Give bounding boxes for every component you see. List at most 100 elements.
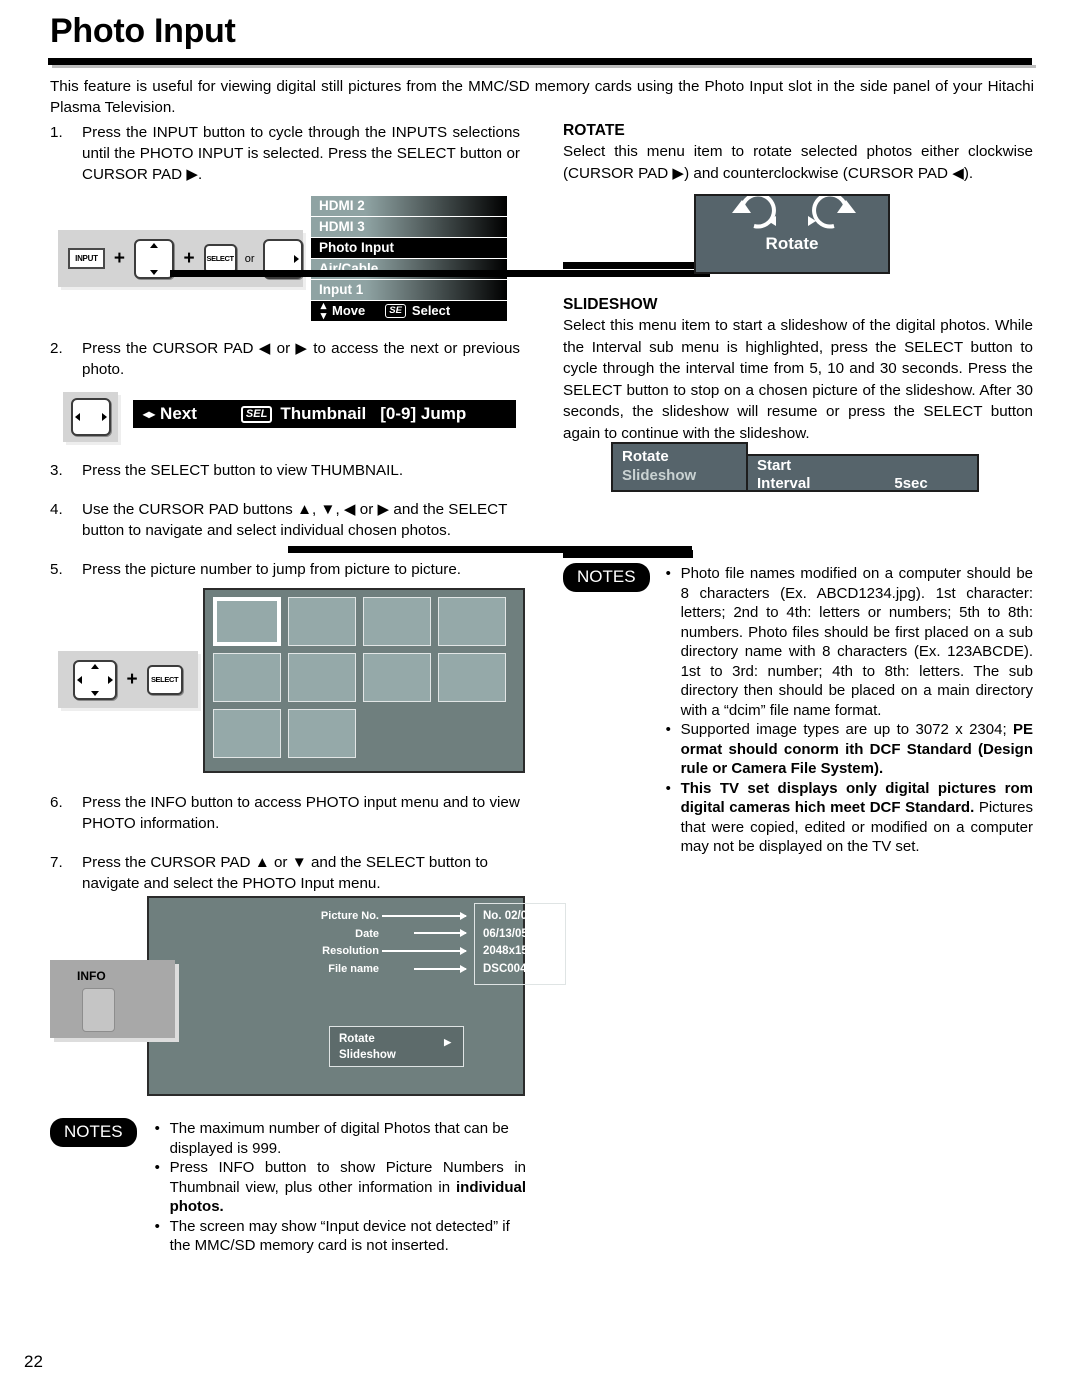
- photo-osd-menu[interactable]: Rotate Slideshow ▶: [329, 1026, 464, 1067]
- slideshow-body: Select this menu item to start a slidesh…: [563, 317, 1033, 442]
- step-1: 1. Press the INPUT button to cycle throu…: [50, 122, 520, 185]
- or-label-1: or: [244, 252, 255, 265]
- osd-interval-value[interactable]: 5sec: [894, 475, 927, 493]
- cursor-pad-updown[interactable]: [133, 238, 175, 279]
- menu-item-hdmi-3[interactable]: HDMI 3: [311, 217, 507, 237]
- slideshow-osd-menu[interactable]: Rotate Slideshow Start Interval 5sec: [611, 442, 979, 492]
- thumbnail-item[interactable]: [363, 597, 431, 646]
- step-2-text: Press the CURSOR PAD ◀ or ▶ to access th…: [82, 340, 520, 378]
- input-menu-footer: ▴ ▾ Move SE Select: [311, 300, 507, 322]
- remote-diagram-pad-select: + SELECT: [58, 651, 198, 708]
- select-button[interactable]: SELECT: [203, 243, 237, 274]
- thumbnail-grid: [213, 597, 521, 765]
- note-text: This TV set displays only digital pictur…: [680, 779, 1033, 856]
- thumbnail-item[interactable]: [438, 597, 506, 646]
- thumbnail-label: Thumbnail: [280, 404, 367, 423]
- cursor-pad-leftright[interactable]: [70, 398, 111, 436]
- callout-arrows: [382, 908, 472, 983]
- photo-info-osd-screen: Picture No. Date Resolution File name No…: [147, 896, 566, 1096]
- chevron-right-icon: ▶: [444, 1037, 451, 1047]
- thumbnail-item[interactable]: [213, 653, 281, 702]
- input-button[interactable]: INPUT: [68, 248, 105, 269]
- next-thumbnail-osd-bar: ◂▸ Next SEL Thumbnail [0-9] Jump: [133, 400, 516, 428]
- connector-bar-top: [170, 270, 710, 277]
- rotate-icons: [732, 192, 856, 229]
- info-button[interactable]: [82, 988, 115, 1032]
- select-button-2[interactable]: SELECT: [146, 664, 183, 695]
- thumbnail-item[interactable]: [288, 653, 356, 702]
- osd-start-row[interactable]: Start: [757, 457, 977, 475]
- title-rule: [48, 58, 1032, 65]
- thumbnail-item[interactable]: [213, 709, 281, 758]
- thumbnail-item[interactable]: [288, 597, 356, 646]
- menu-item-input-1[interactable]: Input 1: [311, 280, 507, 300]
- osd-interval-label[interactable]: Interval: [757, 475, 810, 493]
- step-2-block: 2. Press the CURSOR PAD ◀ or ▶ to access…: [50, 338, 520, 384]
- bullet-icon: •: [154, 1217, 160, 1235]
- bullet-icon: •: [154, 1159, 160, 1176]
- right-column: ROTATE Select this menu item to rotate s…: [563, 122, 1033, 184]
- left-column: 1. Press the INPUT button to cycle throu…: [50, 122, 520, 189]
- step-4-number: 4.: [50, 501, 63, 518]
- value-resolution: 2048x1536: [483, 945, 541, 957]
- remote-diagram-info: INFO: [50, 960, 175, 1038]
- note-text: Supported image types are up to 3072 x 2…: [680, 721, 1033, 777]
- step-6-text: Press the INFO button to access PHOTO in…: [82, 794, 520, 832]
- note-item: • Press INFO button to show Picture Numb…: [155, 1158, 526, 1217]
- osd-rotate-label[interactable]: Rotate: [622, 447, 746, 466]
- title-rule-shadow: [52, 65, 1036, 68]
- up-down-arrow-icon: ▴ ▾: [320, 300, 327, 322]
- rotate-glyph-row: [696, 192, 888, 240]
- input-source-menu[interactable]: HDMI 2 HDMI 3 Photo Input Air/Cable Inpu…: [311, 196, 507, 322]
- step-2-number: 2.: [50, 340, 63, 357]
- menu-item-photo-input[interactable]: Photo Input: [311, 238, 507, 258]
- note-text: Press INFO button to show Picture Number…: [169, 1159, 526, 1215]
- value-file-name: DSC00467: [483, 962, 540, 975]
- thumbnail-item[interactable]: [438, 653, 506, 702]
- label-resolution: Resolution: [322, 945, 379, 957]
- remote-diagram-leftright: [63, 392, 118, 442]
- osd-interval-row[interactable]: Interval 5sec: [757, 475, 977, 493]
- bullet-icon: •: [665, 779, 671, 797]
- rotate-osd-screen: Rotate: [694, 192, 890, 274]
- thumbnail-item[interactable]: [288, 709, 356, 758]
- note-text: The screen may show “Input device not de…: [169, 1217, 510, 1255]
- thumbnail-osd-screen: [203, 588, 525, 773]
- sel-key-icon: SEL: [240, 405, 273, 423]
- step-4: 4. Use the CURSOR PAD buttons ▲, ▼, ◀ or…: [50, 499, 520, 541]
- label-picture-no: Picture No.: [320, 910, 379, 922]
- notes-bottom-list: • The maximum number of digital Photos t…: [155, 1119, 526, 1256]
- note-item: • The screen may show “Input device not …: [155, 1217, 526, 1256]
- manual-page: Photo Input This feature is useful for v…: [0, 0, 1080, 1397]
- step-3: 3. Press the SELECT button to view THUMB…: [50, 460, 520, 481]
- step-6: 6. Press the INFO button to access PHOTO…: [50, 792, 520, 834]
- menu-item-hdmi-2[interactable]: HDMI 2: [311, 196, 507, 216]
- slideshow-osd-left[interactable]: Rotate Slideshow: [611, 442, 748, 492]
- step-5: 5. Press the picture number to jump from…: [50, 559, 520, 580]
- note-item: • The maximum number of digital Photos t…: [155, 1119, 526, 1158]
- rotate-body: Select this menu item to rotate selected…: [563, 143, 1033, 182]
- arrow-picture-no: [382, 912, 467, 920]
- step-4-text: Use the CURSOR PAD buttons ▲, ▼, ◀ or ▶ …: [82, 501, 508, 539]
- bullet-icon: •: [665, 565, 671, 582]
- notes-right-block: NOTES • Photo file names modified on a c…: [563, 563, 1033, 857]
- rotate-heading: ROTATE: [563, 122, 625, 139]
- slideshow-osd-right[interactable]: Start Interval 5sec: [746, 454, 979, 492]
- connector-bar-notes: [563, 550, 693, 558]
- step-1-number: 1.: [50, 124, 63, 141]
- thumbnail-item[interactable]: [213, 597, 281, 646]
- connector-bar-rotate: [563, 262, 713, 269]
- steps-3-5-block: 3. Press the SELECT button to view THUMB…: [50, 460, 520, 584]
- note-item: • Photo file names modified on a compute…: [666, 564, 1033, 720]
- notes-badge-bottom: NOTES: [50, 1118, 137, 1147]
- cursor-pad-all[interactable]: [73, 659, 118, 700]
- thumbnail-item[interactable]: [363, 653, 431, 702]
- osd-start-label[interactable]: Start: [757, 457, 791, 475]
- label-date: Date: [355, 927, 379, 940]
- slideshow-heading: SLIDESHOW: [563, 296, 658, 313]
- osd-slideshow-label[interactable]: Slideshow: [622, 466, 746, 485]
- value-picture-no: No. 02/08: [483, 910, 534, 922]
- step-3-text: Press the SELECT button to view THUMBNAI…: [82, 462, 404, 479]
- plus-sign-3: +: [126, 668, 138, 690]
- jump-label: [0-9] Jump: [380, 404, 467, 423]
